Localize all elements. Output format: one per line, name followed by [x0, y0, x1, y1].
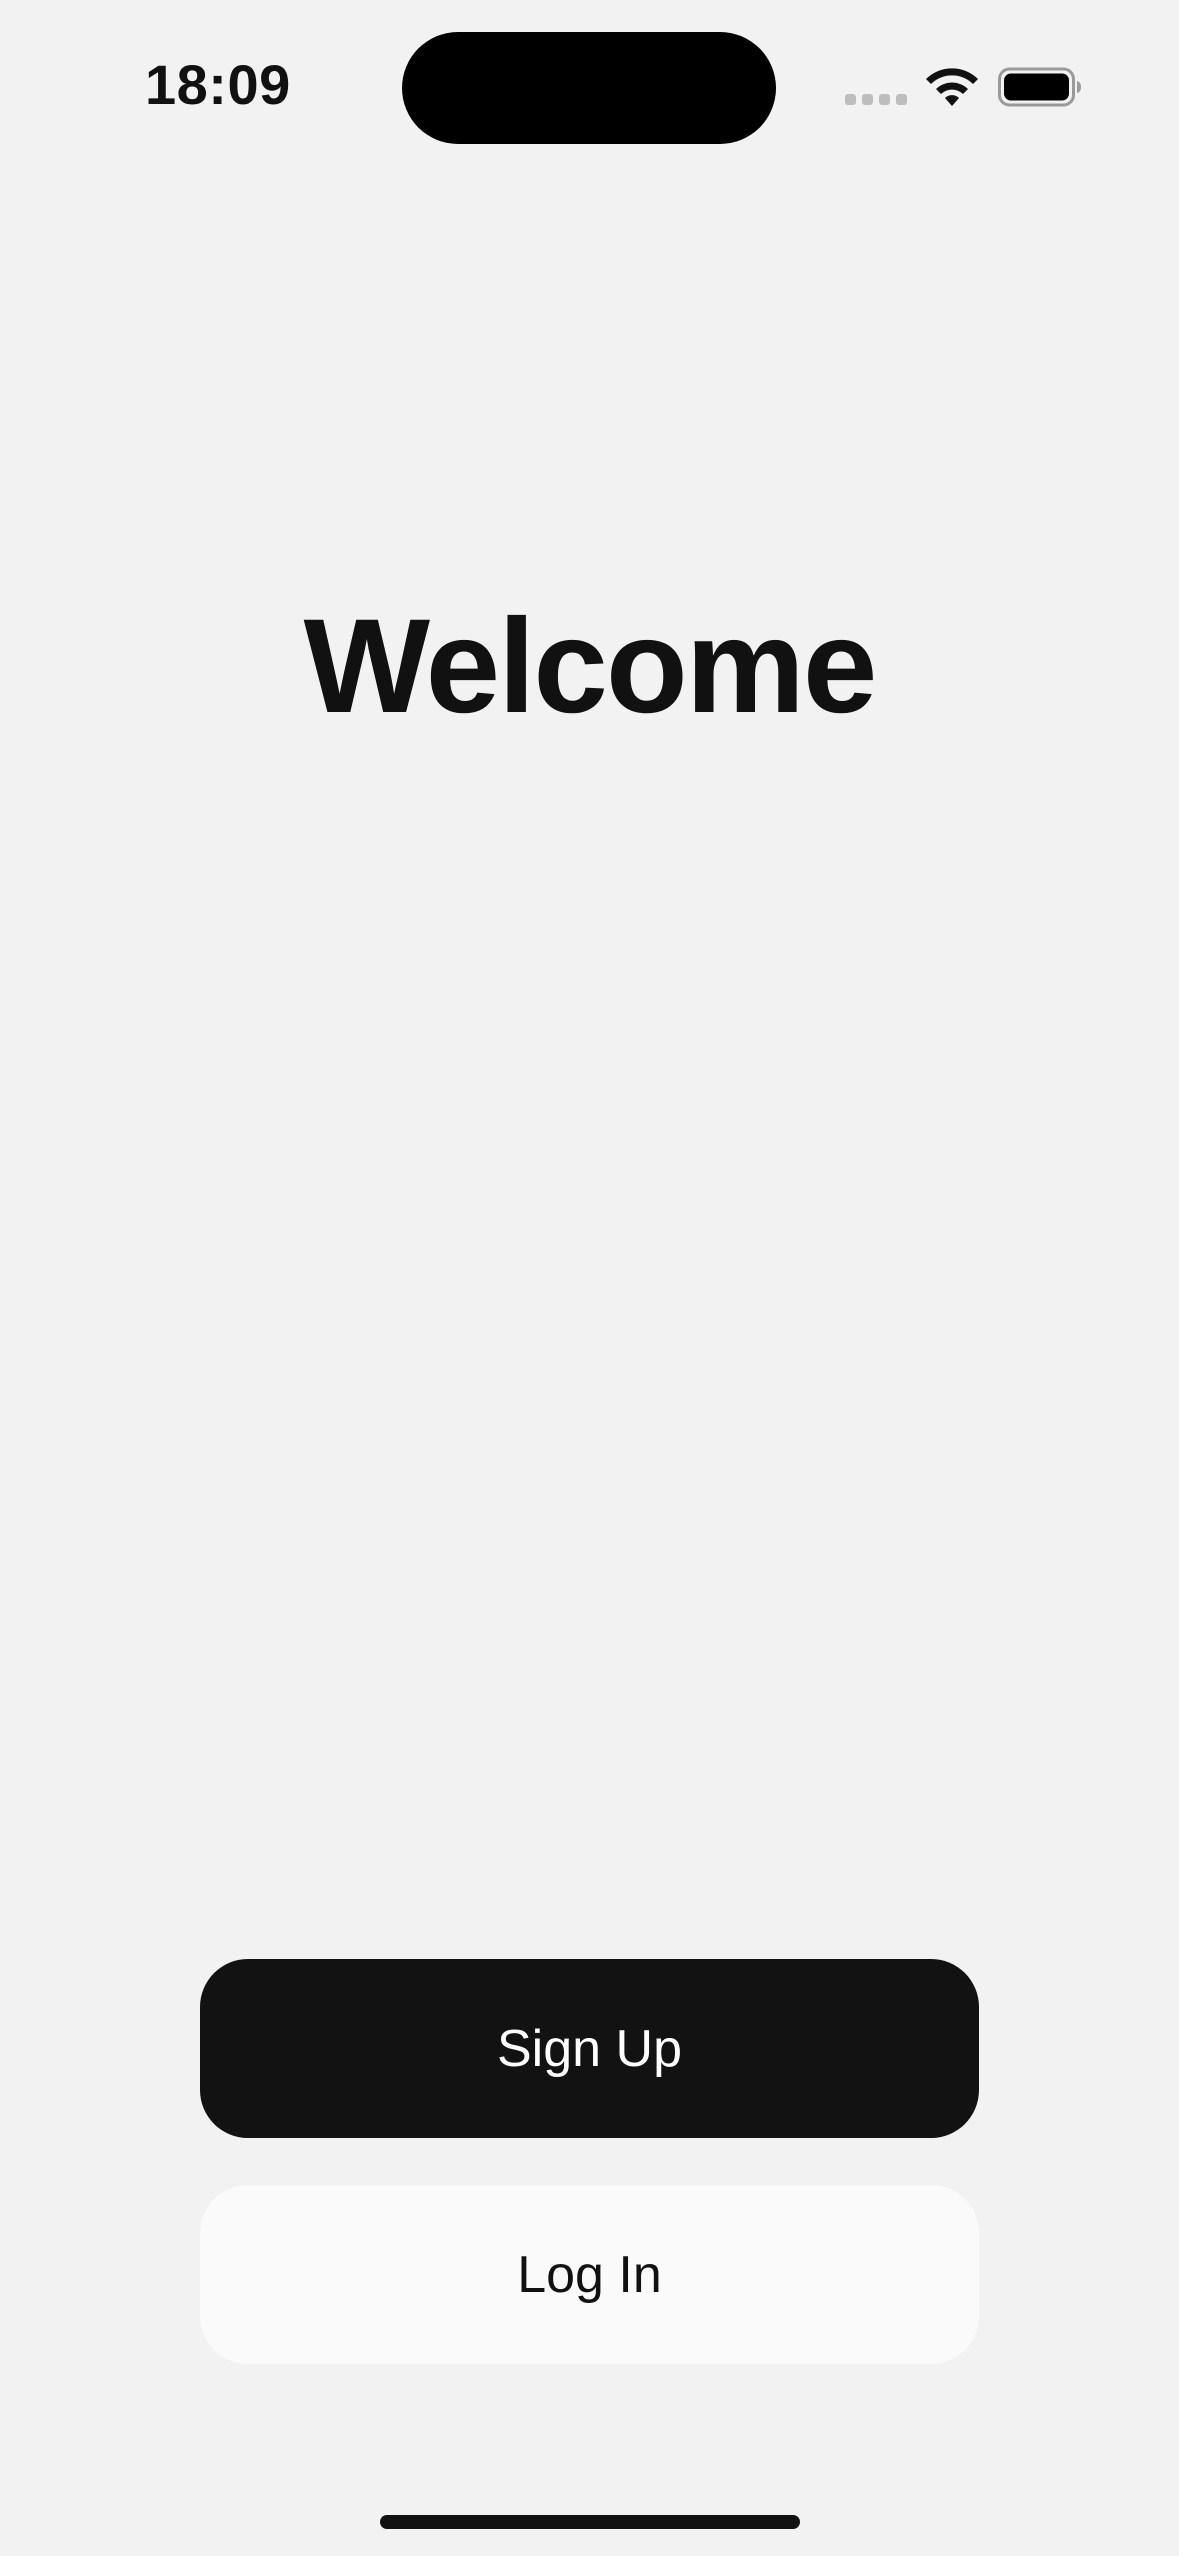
status-time: 18:09 [145, 53, 291, 116]
dynamic-island [402, 32, 776, 144]
log-in-button[interactable]: Log In [200, 2185, 979, 2364]
signal-dots-icon [845, 94, 907, 105]
sign-up-button[interactable]: Sign Up [200, 1959, 979, 2138]
welcome-screen: 18:09 Welcome Sign Up Log In [0, 0, 1179, 2556]
wifi-icon [926, 68, 978, 106]
battery-icon [998, 67, 1081, 107]
welcome-title: Welcome [303, 592, 878, 741]
home-indicator[interactable] [380, 2515, 800, 2529]
